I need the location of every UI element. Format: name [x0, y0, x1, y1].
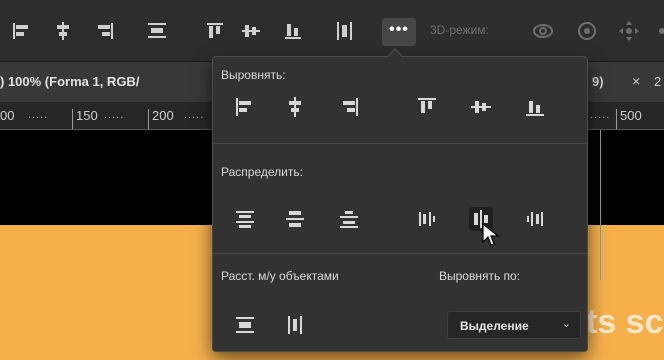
- ruler-label: 00: [0, 108, 15, 123]
- ruler-dots: .....: [104, 109, 125, 121]
- document-tab-suffix: 9): [592, 74, 604, 89]
- ruler-dots: .....: [28, 109, 49, 121]
- distribute-vertical-centers-icon[interactable]: [283, 207, 307, 231]
- align-to-section-title: Выровнять по:: [439, 269, 521, 283]
- ruler-dots: .....: [184, 109, 205, 121]
- options-bar: ••• 3D-режим:: [0, 0, 664, 62]
- align-right-icon[interactable]: [94, 20, 116, 42]
- more-options-button[interactable]: •••: [382, 18, 416, 46]
- panel-divider: [213, 253, 587, 254]
- ruler-tick: [616, 109, 617, 129]
- ruler-label: 150: [76, 108, 98, 123]
- distribute-top-edges-icon[interactable]: [233, 207, 257, 231]
- align-vertical-center-icon[interactable]: [240, 20, 262, 42]
- mouse-pointer-icon: [480, 222, 502, 248]
- document-tab-title[interactable]: ) 100% (Forma 1, RGB/: [0, 74, 139, 89]
- align-distribute-panel: Выровнять: Распределить: Расст. м/у объе…: [212, 56, 588, 352]
- chevron-down-icon: ⌄: [561, 318, 571, 330]
- 3d-slide-icon[interactable]: [654, 18, 664, 44]
- align-horizontal-center-icon[interactable]: [52, 20, 74, 42]
- artboard-text: ts sc: [586, 303, 664, 341]
- spacing-section-title: Расст. м/у объектами: [221, 269, 339, 283]
- distribute-vertical-icon[interactable]: [146, 20, 168, 42]
- panel-pointer-inner: [387, 50, 403, 58]
- distribute-bottom-edges-icon[interactable]: [337, 207, 361, 231]
- distribute-left-edges-icon[interactable]: [415, 207, 439, 231]
- align-top-edges-icon[interactable]: [415, 95, 439, 119]
- align-bottom-edges-icon[interactable]: [523, 95, 547, 119]
- mode-3d-label: 3D-режим:: [430, 23, 489, 37]
- ruler-label: 500: [620, 108, 642, 123]
- distribute-horizontal-spacing-icon[interactable]: [283, 313, 307, 337]
- align-left-edges-icon[interactable]: [233, 95, 257, 119]
- align-right-edges-icon[interactable]: [337, 95, 361, 119]
- ruler-tick: [72, 109, 73, 129]
- ruler-tick: [148, 109, 149, 129]
- close-tab-icon[interactable]: ×: [632, 73, 640, 89]
- distribute-right-edges-icon[interactable]: [523, 207, 547, 231]
- distribute-vertical-spacing-icon[interactable]: [233, 313, 257, 337]
- second-tab-title[interactable]: 2: [654, 74, 661, 89]
- 3d-roll-icon[interactable]: [574, 18, 600, 44]
- distribute-section-title: Распределить:: [221, 165, 303, 179]
- align-to-select[interactable]: Выделение ⌄: [447, 311, 581, 339]
- align-bottom-icon[interactable]: [282, 20, 304, 42]
- align-vertical-centers-icon[interactable]: [469, 95, 493, 119]
- align-horizontal-centers-icon[interactable]: [283, 95, 307, 119]
- 3d-orbit-icon[interactable]: [530, 18, 556, 44]
- align-top-icon[interactable]: [204, 20, 226, 42]
- guide-line[interactable]: [600, 130, 601, 280]
- align-section-title: Выровнять:: [221, 68, 286, 82]
- ruler-label: 200: [152, 108, 174, 123]
- 3d-pan-icon[interactable]: [616, 18, 642, 44]
- align-to-select-value: Выделение: [460, 319, 529, 333]
- panel-divider: [213, 143, 587, 144]
- align-left-icon[interactable]: [10, 20, 32, 42]
- ruler-dots: .....: [590, 109, 611, 121]
- distribute-horizontal-icon[interactable]: [334, 20, 356, 42]
